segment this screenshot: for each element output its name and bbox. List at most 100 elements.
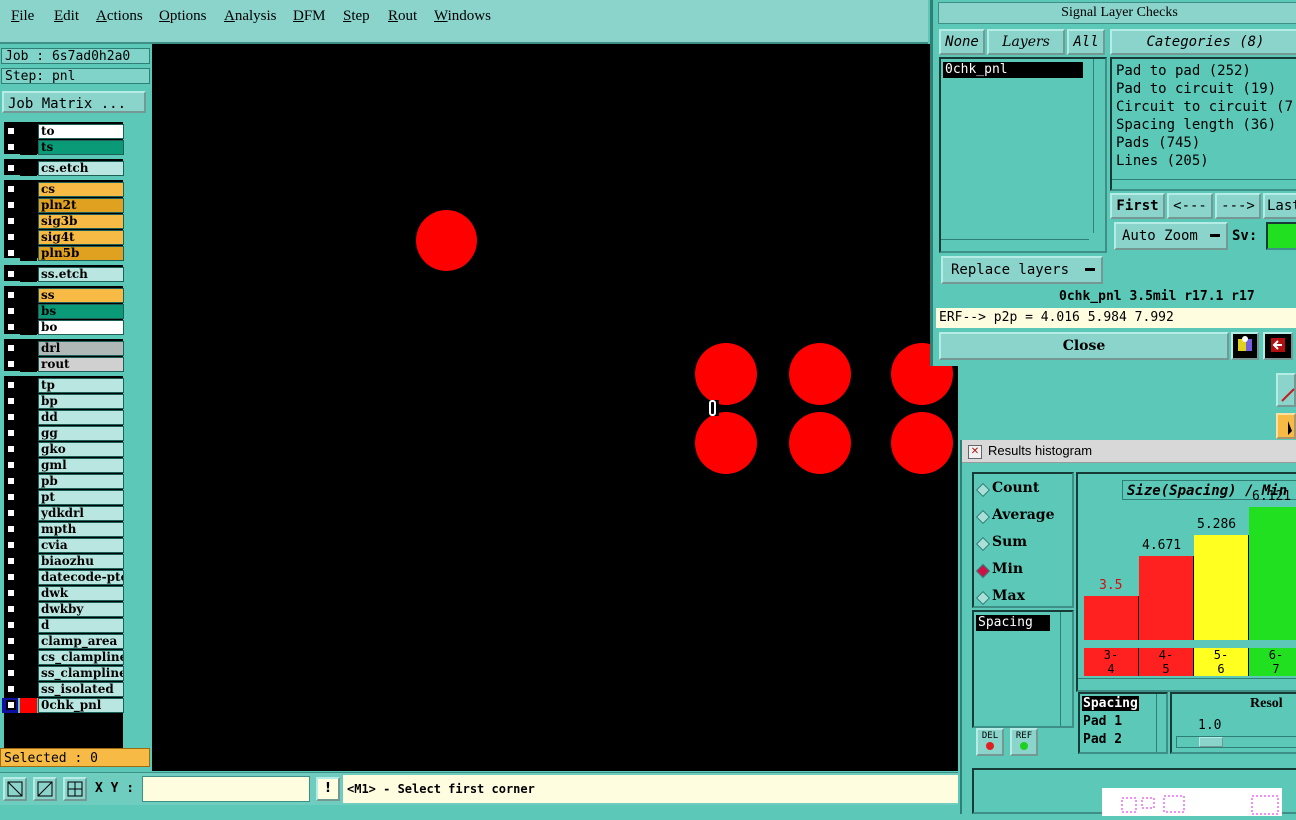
layer-name[interactable]: cs — [38, 182, 124, 197]
layer-row[interactable]: drl — [2, 341, 124, 356]
close-button[interactable]: Close — [939, 332, 1229, 360]
layer-row[interactable]: to — [2, 124, 124, 139]
layer-checkbox[interactable] — [6, 572, 16, 582]
layer-checkbox[interactable] — [6, 412, 16, 422]
horizontal-scrollbar[interactable] — [941, 239, 1089, 250]
layer-name[interactable]: ss.etch — [38, 267, 124, 282]
layer-checkbox[interactable] — [6, 588, 16, 598]
layer-row[interactable]: ss — [2, 288, 124, 303]
menu-analysis[interactable]: Analysis — [224, 8, 277, 25]
layer-name[interactable]: cs.etch — [38, 161, 124, 176]
layer-checkbox[interactable] — [6, 126, 16, 136]
pad[interactable] — [891, 412, 953, 474]
field-list-selected[interactable]: Spacing — [976, 615, 1050, 631]
radio-average[interactable]: Average — [975, 507, 1054, 525]
layer-row[interactable]: ss.etch — [2, 267, 124, 282]
layer-row[interactable]: sig4t — [2, 230, 124, 245]
layer-checkbox[interactable] — [6, 322, 16, 332]
layer-row[interactable]: mpth — [2, 522, 124, 537]
layer-row[interactable]: cs_clampline — [2, 650, 124, 665]
all-button[interactable]: All — [1067, 29, 1105, 55]
spacing-marker[interactable] — [709, 400, 716, 416]
layer-checkbox[interactable] — [6, 508, 16, 518]
layer-name[interactable]: ydkdrl — [38, 506, 124, 521]
highlight-button[interactable] — [1231, 332, 1259, 360]
sv-color-swatch[interactable] — [1266, 222, 1296, 250]
layer-name[interactable]: drl — [38, 341, 124, 356]
layer-name[interactable]: gml — [38, 458, 124, 473]
histogram-hscrollbar[interactable] — [1078, 678, 1296, 689]
radio-sum[interactable]: Sum — [975, 534, 1027, 552]
layer-name[interactable]: gg — [38, 426, 124, 441]
layer-row[interactable]: 0chk_pnl — [2, 698, 124, 713]
detail-list-scrollbar[interactable] — [1156, 694, 1167, 752]
layer-row[interactable]: clamp_area — [2, 634, 124, 649]
layer-name[interactable]: to — [38, 124, 124, 139]
layer-name[interactable]: ss — [38, 288, 124, 303]
histogram-bar[interactable] — [1139, 556, 1194, 640]
category-item[interactable]: Spacing length (36) — [1116, 117, 1276, 133]
pad[interactable] — [416, 210, 477, 271]
xy-input[interactable] — [142, 776, 310, 802]
auto-zoom-menu[interactable]: Auto Zoom — [1114, 222, 1228, 250]
pad[interactable] — [695, 412, 757, 474]
alert-button[interactable]: ! — [316, 777, 340, 801]
prev-button[interactable]: <--- — [1167, 193, 1213, 219]
layer-checkbox[interactable] — [6, 163, 16, 173]
pad[interactable] — [695, 343, 757, 405]
layer-name[interactable]: ss_clampline — [38, 666, 124, 681]
layer-name[interactable]: cs_clampline — [38, 650, 124, 665]
detail-list-item[interactable]: Pad 2 — [1082, 732, 1123, 747]
menu-step[interactable]: Step — [343, 8, 370, 25]
layer-row[interactable]: dwk — [2, 586, 124, 601]
layer-row[interactable]: gml — [2, 458, 124, 473]
layer-name[interactable]: clamp_area — [38, 634, 124, 649]
layer-checkbox[interactable] — [6, 290, 16, 300]
layer-row[interactable]: dd — [2, 410, 124, 425]
layer-checkbox[interactable] — [6, 248, 16, 258]
histogram-bar[interactable] — [1084, 596, 1139, 640]
layer-row[interactable]: tp — [2, 378, 124, 393]
layer-row[interactable]: bo — [2, 320, 124, 335]
layer-name[interactable]: sig4t — [38, 230, 124, 245]
layer-checkbox[interactable] — [6, 652, 16, 662]
layer-checkbox[interactable] — [6, 269, 16, 279]
replace-layers-menu[interactable]: Replace layers — [941, 256, 1103, 284]
layer-row[interactable]: gko — [2, 442, 124, 457]
layer-checkbox[interactable] — [6, 684, 16, 694]
field-list-scrollbar[interactable] — [1060, 612, 1073, 726]
layer-checkbox[interactable] — [6, 460, 16, 470]
layer-name[interactable]: bo — [38, 320, 124, 335]
layer-name[interactable]: 0chk_pnl — [38, 698, 124, 713]
radio-min[interactable]: Min — [975, 561, 1023, 579]
pad[interactable] — [789, 343, 851, 405]
layer-checkbox[interactable] — [6, 556, 16, 566]
menu-windows[interactable]: Windows — [434, 8, 491, 25]
detail-list[interactable]: Spacing Pad 1 Pad 2 — [1078, 692, 1168, 754]
measure-button[interactable] — [33, 777, 57, 801]
layer-row[interactable]: ts — [2, 140, 124, 155]
layer-name[interactable]: dd — [38, 410, 124, 425]
layer-name[interactable]: mpth — [38, 522, 124, 537]
exit-button[interactable] — [1263, 332, 1293, 360]
layer-checkbox[interactable] — [6, 428, 16, 438]
categories-list[interactable]: Pad to pad (252) Pad to circuit (19) Circu… — [1110, 57, 1296, 191]
side-pointer-button[interactable] — [1276, 413, 1296, 439]
job-matrix-button[interactable]: Job Matrix ... — [2, 91, 146, 113]
layer-name[interactable]: tp — [38, 378, 124, 393]
layer-name[interactable]: rout — [38, 357, 124, 372]
radio-max[interactable]: Max — [975, 588, 1025, 606]
radio-count[interactable]: Count — [975, 480, 1039, 498]
layer-name[interactable]: datecode-pte — [38, 570, 124, 585]
layer-name[interactable]: ss_isolated — [38, 682, 124, 697]
layer-checkbox[interactable] — [6, 216, 16, 226]
layer-checkbox[interactable] — [6, 604, 16, 614]
side-tool-button[interactable] — [1276, 373, 1296, 407]
layer-row[interactable]: bp — [2, 394, 124, 409]
layer-checkbox[interactable] — [6, 306, 16, 316]
layer-row[interactable]: cvia — [2, 538, 124, 553]
menu-edit[interactable]: Edit — [54, 8, 79, 25]
layer-name[interactable]: bs — [38, 304, 124, 319]
layer-checkbox[interactable] — [6, 343, 16, 353]
layer-checkbox[interactable] — [6, 668, 16, 678]
